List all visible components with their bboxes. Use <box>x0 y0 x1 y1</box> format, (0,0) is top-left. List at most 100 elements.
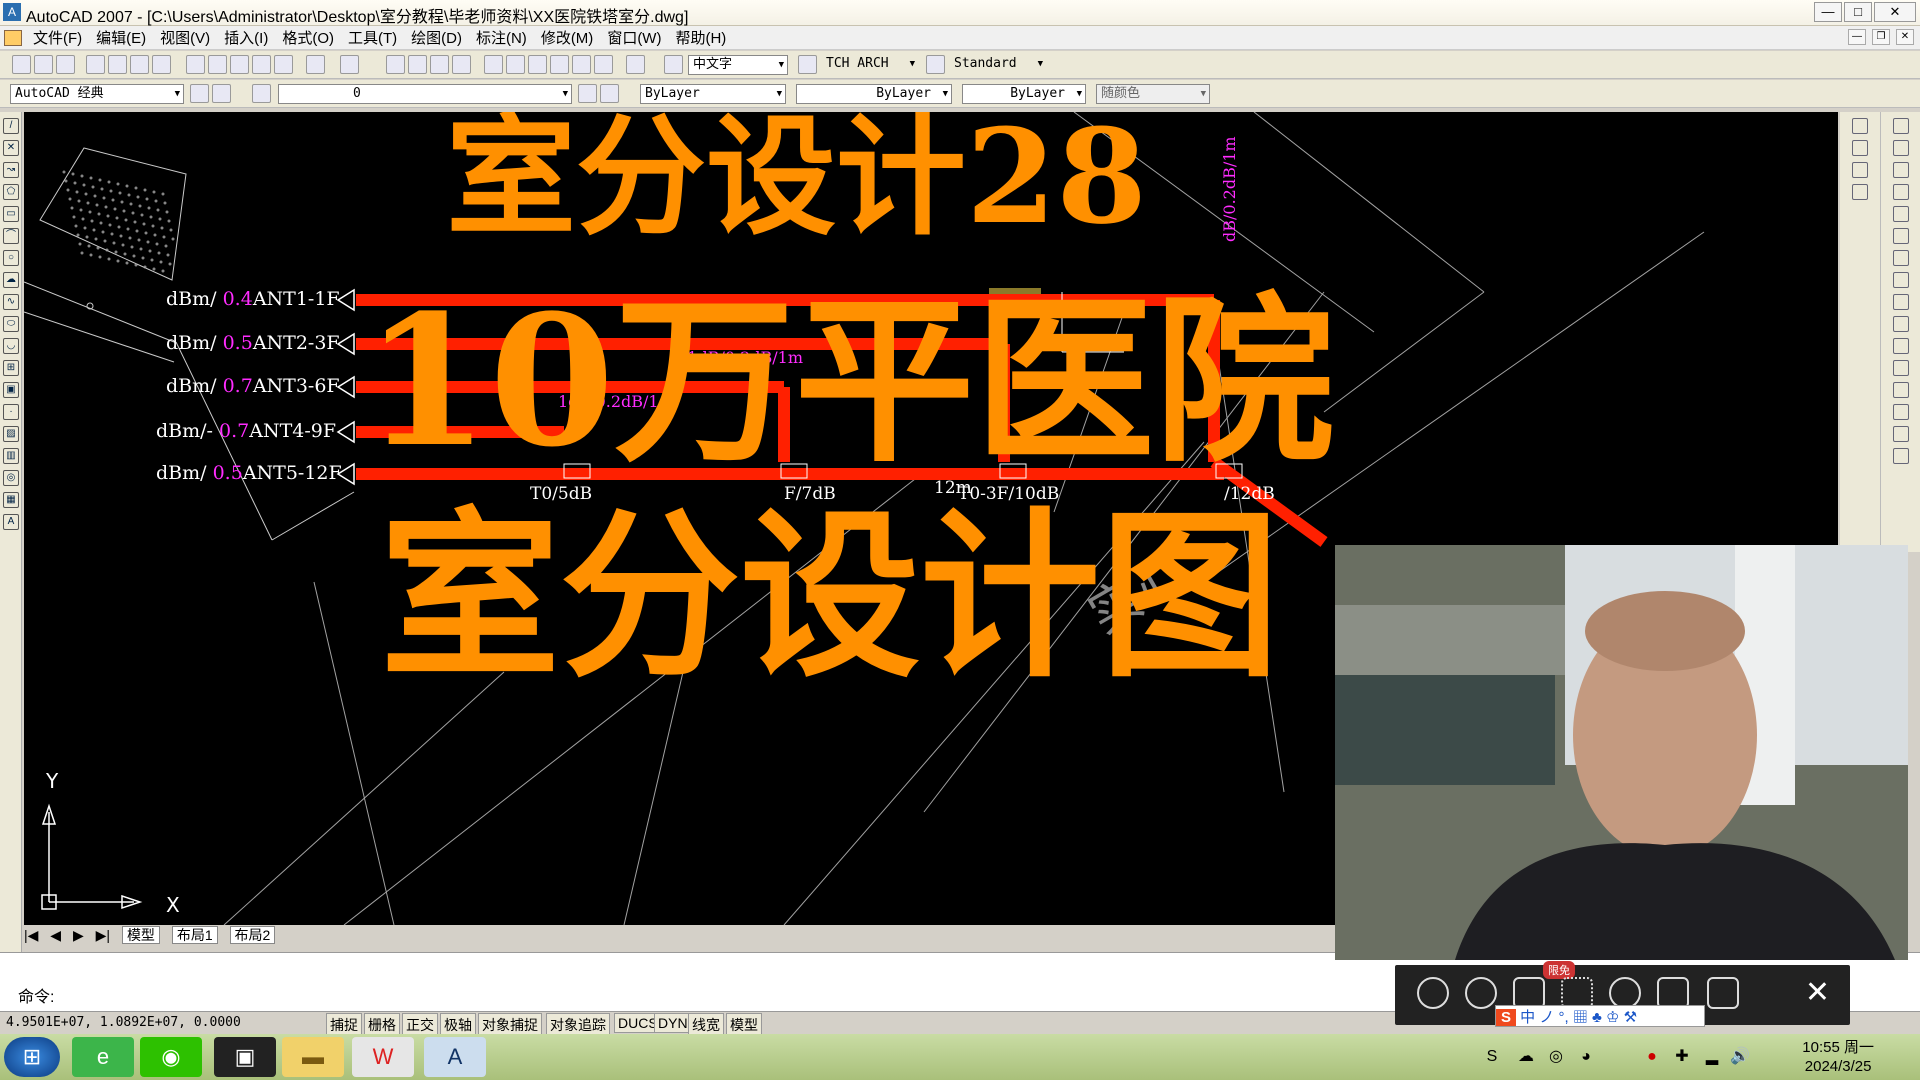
layer-manager-icon[interactable] <box>252 84 271 103</box>
rotate-icon[interactable] <box>1892 250 1909 266</box>
revision-cloud-icon[interactable]: ☁ <box>3 272 19 288</box>
doc-minimize-button[interactable]: — <box>1848 29 1866 45</box>
scale-icon[interactable] <box>1892 272 1909 288</box>
minimize-button[interactable]: — <box>1814 2 1842 22</box>
plotstyle-select[interactable]: 随颜色 <box>1096 84 1210 104</box>
send-under-icon[interactable] <box>1852 184 1868 200</box>
copy-object-icon[interactable] <box>1892 140 1909 156</box>
menu-window[interactable]: 窗口(W) <box>600 27 668 48</box>
sogou-tray-icon[interactable]: S <box>1480 1037 1504 1077</box>
ellipse-icon[interactable]: ⬭ <box>3 316 19 332</box>
offset-icon[interactable] <box>1892 184 1909 200</box>
tool-palettes-icon[interactable] <box>528 55 547 74</box>
open-file-icon[interactable] <box>34 55 53 74</box>
sogou-icon[interactable]: S <box>1496 1009 1516 1026</box>
menu-help[interactable]: 帮助(H) <box>668 27 733 48</box>
bring-above-icon[interactable] <box>1852 162 1868 178</box>
menu-format[interactable]: 格式(O) <box>275 27 341 48</box>
cloud-tray-icon[interactable]: ☁ <box>1514 1037 1538 1077</box>
network-tray-icon[interactable]: ▂ <box>1700 1037 1724 1077</box>
circle-icon[interactable]: ○ <box>3 250 19 266</box>
close-button[interactable]: ✕ <box>1874 2 1916 22</box>
text-style-select[interactable]: 中文字 <box>688 55 788 75</box>
polyline-icon[interactable]: ↝ <box>3 162 19 178</box>
doc-restore-button[interactable]: ❐ <box>1872 29 1890 45</box>
hatch-icon[interactable]: ▨ <box>3 426 19 442</box>
wps-taskbar-icon[interactable]: W <box>352 1037 414 1077</box>
copy-icon[interactable] <box>208 55 227 74</box>
undo-icon[interactable] <box>306 55 325 74</box>
document-icon[interactable] <box>4 29 22 46</box>
dim-style-icon[interactable] <box>798 55 817 74</box>
recorder-tray-icon[interactable]: ● <box>1640 1037 1664 1077</box>
autocad-taskbar-icon[interactable]: A <box>424 1037 486 1077</box>
layer-previous-icon[interactable] <box>600 84 619 103</box>
chrome-tray-icon[interactable]: ◕ <box>1574 1037 1598 1077</box>
doc-close-button[interactable]: ✕ <box>1896 29 1914 45</box>
move-icon[interactable] <box>1892 228 1909 244</box>
volume-tray-icon[interactable]: 🔊 <box>1728 1037 1752 1077</box>
new-file-icon[interactable] <box>12 55 31 74</box>
explode-icon[interactable] <box>1892 448 1909 464</box>
table-style-icon[interactable] <box>926 55 945 74</box>
text-style-icon[interactable] <box>664 55 683 74</box>
properties-icon[interactable] <box>484 55 503 74</box>
menu-dimension[interactable]: 标注(N) <box>469 27 534 48</box>
trim-icon[interactable] <box>1892 316 1909 332</box>
menu-tools[interactable]: 工具(T) <box>341 27 404 48</box>
table-icon[interactable]: ▦ <box>3 492 19 508</box>
insert-block-icon[interactable]: ⊞ <box>3 360 19 376</box>
dyn-toggle[interactable]: DYN <box>654 1013 692 1033</box>
tab-layout1[interactable]: 布局1 <box>171 926 218 944</box>
close-recorder-icon[interactable]: ✕ <box>1805 975 1830 1010</box>
multiline-text-icon[interactable]: A <box>3 514 19 530</box>
construction-line-icon[interactable]: ✕ <box>3 140 19 156</box>
block-editor-icon[interactable] <box>274 55 293 74</box>
print-preview-icon[interactable] <box>108 55 127 74</box>
search-tray-icon[interactable]: ◎ <box>1544 1037 1568 1077</box>
region-icon[interactable]: ◎ <box>3 470 19 486</box>
camera-app-taskbar-icon[interactable]: ▣ <box>214 1037 276 1077</box>
pan-icon[interactable] <box>386 55 405 74</box>
menu-view[interactable]: 视图(V) <box>153 27 217 48</box>
print-icon[interactable] <box>86 55 105 74</box>
zoom-previous-icon[interactable] <box>452 55 471 74</box>
join-icon[interactable] <box>1892 382 1909 398</box>
tab-nav-last-icon[interactable]: ▶| <box>96 927 110 943</box>
browser-taskbar-icon[interactable]: e <box>72 1037 134 1077</box>
array-icon[interactable] <box>1892 206 1909 222</box>
make-block-icon[interactable]: ▣ <box>3 382 19 398</box>
tab-model[interactable]: 模型 <box>121 926 160 944</box>
menu-draw[interactable]: 绘图(D) <box>404 27 469 48</box>
match-properties-icon[interactable] <box>252 55 271 74</box>
linetype-select[interactable]: ByLayer <box>796 84 952 104</box>
cut-icon[interactable] <box>186 55 205 74</box>
publish-icon[interactable] <box>130 55 149 74</box>
effects-icon[interactable] <box>1465 977 1497 1009</box>
sheet-set-icon[interactable] <box>550 55 569 74</box>
file-explorer-taskbar-icon[interactable]: ▬ <box>282 1037 344 1077</box>
notes-icon[interactable] <box>1707 977 1739 1009</box>
menu-edit[interactable]: 编辑(E) <box>89 27 153 48</box>
taskbar-clock[interactable]: 10:55 周一 2024/3/25 <box>1802 1038 1874 1076</box>
spline-icon[interactable]: ∿ <box>3 294 19 310</box>
autocad-app-icon[interactable]: A <box>3 3 21 21</box>
point-icon[interactable]: · <box>3 404 19 420</box>
dim-style-select[interactable]: Standard <box>950 55 1046 75</box>
stretch-icon[interactable] <box>1892 294 1909 310</box>
erase-icon[interactable] <box>1892 118 1909 134</box>
layer-select[interactable]: 0 <box>278 84 572 104</box>
chat-icon[interactable] <box>1417 977 1449 1009</box>
tab-layout2[interactable]: 布局2 <box>229 926 276 944</box>
color-select[interactable]: ByLayer <box>640 84 786 104</box>
save-workspace-icon[interactable] <box>212 84 231 103</box>
arc-icon[interactable]: ⌒ <box>3 228 19 244</box>
paste-icon[interactable] <box>230 55 249 74</box>
shield-tray-icon[interactable]: ✚ <box>1670 1037 1694 1077</box>
tch-style-select[interactable]: TCH ARCH <box>822 55 918 75</box>
tab-nav-first-icon[interactable]: |◀ <box>24 927 38 943</box>
make-current-layer-icon[interactable] <box>578 84 597 103</box>
line-icon[interactable]: / <box>3 118 19 134</box>
zoom-realtime-icon[interactable] <box>408 55 427 74</box>
workspace-settings-icon[interactable] <box>190 84 209 103</box>
